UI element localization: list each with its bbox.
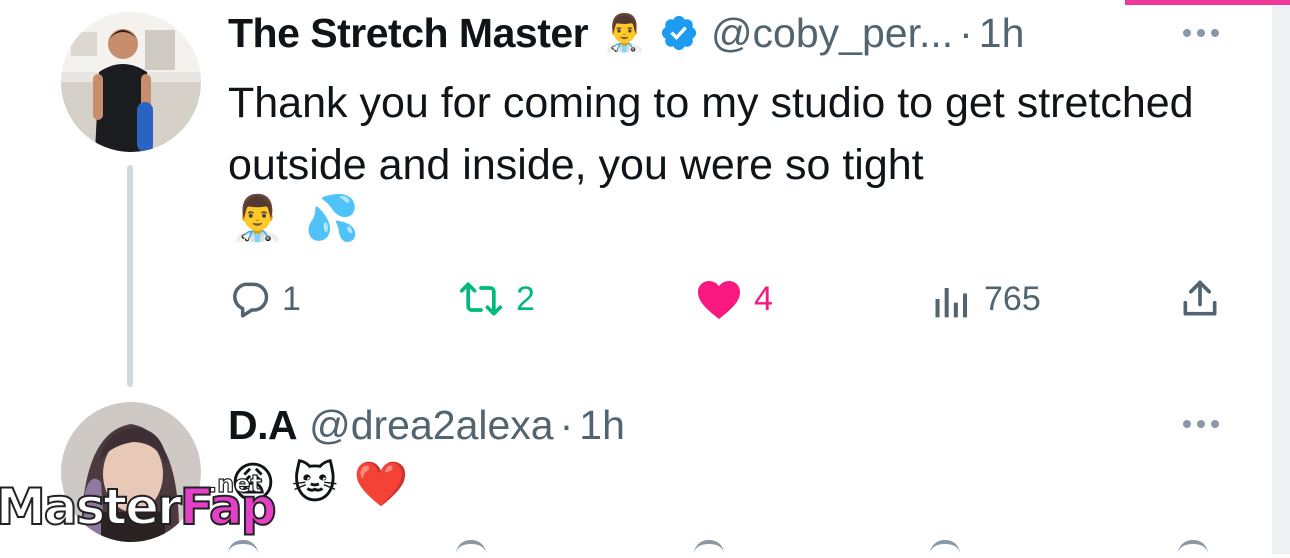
thread-connector-line bbox=[127, 165, 133, 387]
tweet-2-header: D.A @drea2alexa · 1h bbox=[228, 400, 625, 450]
views-button[interactable]: 765 bbox=[930, 277, 1041, 321]
right-scroll-rail bbox=[1272, 0, 1290, 554]
reply-button[interactable]: 1 bbox=[228, 277, 301, 321]
tweet-1-header: The Stretch Master 👨‍⚕️ @coby_per... · 1… bbox=[228, 8, 1024, 58]
verified-badge-icon[interactable] bbox=[659, 13, 699, 53]
display-name[interactable]: The Stretch Master bbox=[228, 10, 589, 57]
user-handle[interactable]: @coby_per... bbox=[711, 10, 953, 57]
tweet-2-action-bar-partial bbox=[228, 540, 1228, 554]
watermark-part1: Master bbox=[0, 477, 183, 537]
sweat-droplets-emoji: 💦 bbox=[304, 194, 360, 243]
timestamp[interactable]: 1h bbox=[979, 10, 1025, 57]
display-name[interactable]: D.A bbox=[228, 402, 298, 449]
tweet-1-emojis: 👨‍⚕️ 💦 bbox=[230, 192, 360, 244]
reply-count: 1 bbox=[282, 279, 301, 318]
retweet-count: 2 bbox=[516, 279, 535, 318]
more-options-icon[interactable] bbox=[1183, 29, 1219, 37]
user-handle[interactable]: @drea2alexa bbox=[309, 402, 554, 449]
tweet-1-text: Thank you for coming to my studio to get… bbox=[228, 79, 1194, 189]
share-upload-icon bbox=[1183, 280, 1217, 316]
analytics-bar-icon bbox=[935, 288, 968, 318]
like-count: 4 bbox=[754, 279, 773, 318]
like-button[interactable]: 4 bbox=[694, 277, 773, 321]
tweet-1-action-bar: 1 2 4 765 bbox=[228, 275, 1228, 325]
cat-face-emoji: 🐱 bbox=[291, 459, 338, 508]
timestamp[interactable]: 1h bbox=[579, 402, 625, 449]
health-worker-emoji: 👨‍⚕️ bbox=[602, 12, 647, 53]
separator-dot: · bbox=[559, 401, 574, 448]
more-options-icon[interactable] bbox=[1183, 420, 1219, 428]
view-count: 765 bbox=[984, 279, 1041, 318]
watermark-suffix: .net bbox=[207, 469, 262, 498]
health-worker-emoji: 👨‍⚕️ bbox=[230, 194, 285, 243]
separator-dot: · bbox=[959, 9, 973, 56]
share-button[interactable] bbox=[1178, 277, 1222, 321]
avatar-tweet-1[interactable] bbox=[61, 12, 201, 152]
heart-filled-icon bbox=[698, 281, 740, 319]
accent-bar bbox=[1125, 0, 1290, 5]
retweet-icon bbox=[459, 282, 503, 316]
red-heart-emoji: ❤️ bbox=[353, 460, 409, 509]
watermark-logo: MasterFap .net bbox=[0, 469, 277, 537]
reply-icon bbox=[233, 282, 269, 318]
retweet-button[interactable]: 2 bbox=[456, 277, 535, 321]
